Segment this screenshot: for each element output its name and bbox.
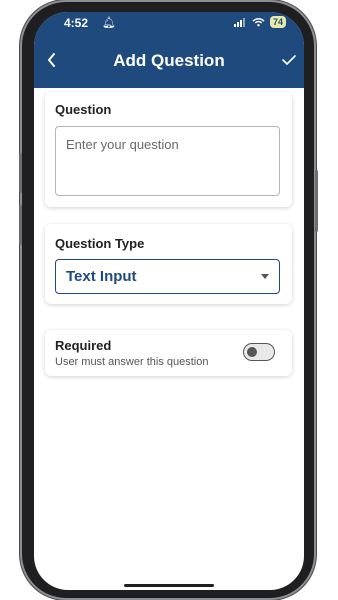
- question-label: Question: [55, 102, 112, 117]
- volume-button: [19, 205, 22, 245]
- power-button: [315, 170, 318, 232]
- required-description: User must answer this question: [55, 356, 209, 368]
- screen: 4:52 🔔︎ 74 Add Question Question Enter y…: [34, 12, 304, 590]
- question-type-value: Text Input: [66, 268, 137, 285]
- silent-switch: [19, 153, 22, 193]
- required-card: Required User must answer this question: [45, 330, 292, 376]
- home-indicator: [124, 584, 214, 587]
- question-input[interactable]: Enter your question: [55, 126, 280, 196]
- question-type-select[interactable]: Text Input: [55, 259, 280, 294]
- page-title: Add Question: [113, 51, 225, 70]
- dropdown-caret-icon: [261, 273, 269, 279]
- wifi-icon: [252, 18, 265, 27]
- battery-icon: 74: [269, 16, 286, 28]
- question-type-label: Question Type: [55, 236, 145, 251]
- signal-icon: [233, 18, 245, 27]
- status-time: 4:52: [64, 16, 89, 30]
- required-label: Required: [55, 338, 112, 353]
- bell-icon: 🔔︎: [102, 17, 116, 29]
- check-icon[interactable]: [282, 54, 296, 66]
- toggle-knob: [247, 347, 257, 357]
- question-card: Question Enter your question: [45, 92, 292, 207]
- question-type-card: Question Type Text Input: [45, 224, 292, 304]
- status-icons: 74: [233, 16, 286, 28]
- required-toggle[interactable]: [243, 343, 275, 361]
- app-header: 4:52 🔔︎ 74 Add Question: [34, 12, 304, 88]
